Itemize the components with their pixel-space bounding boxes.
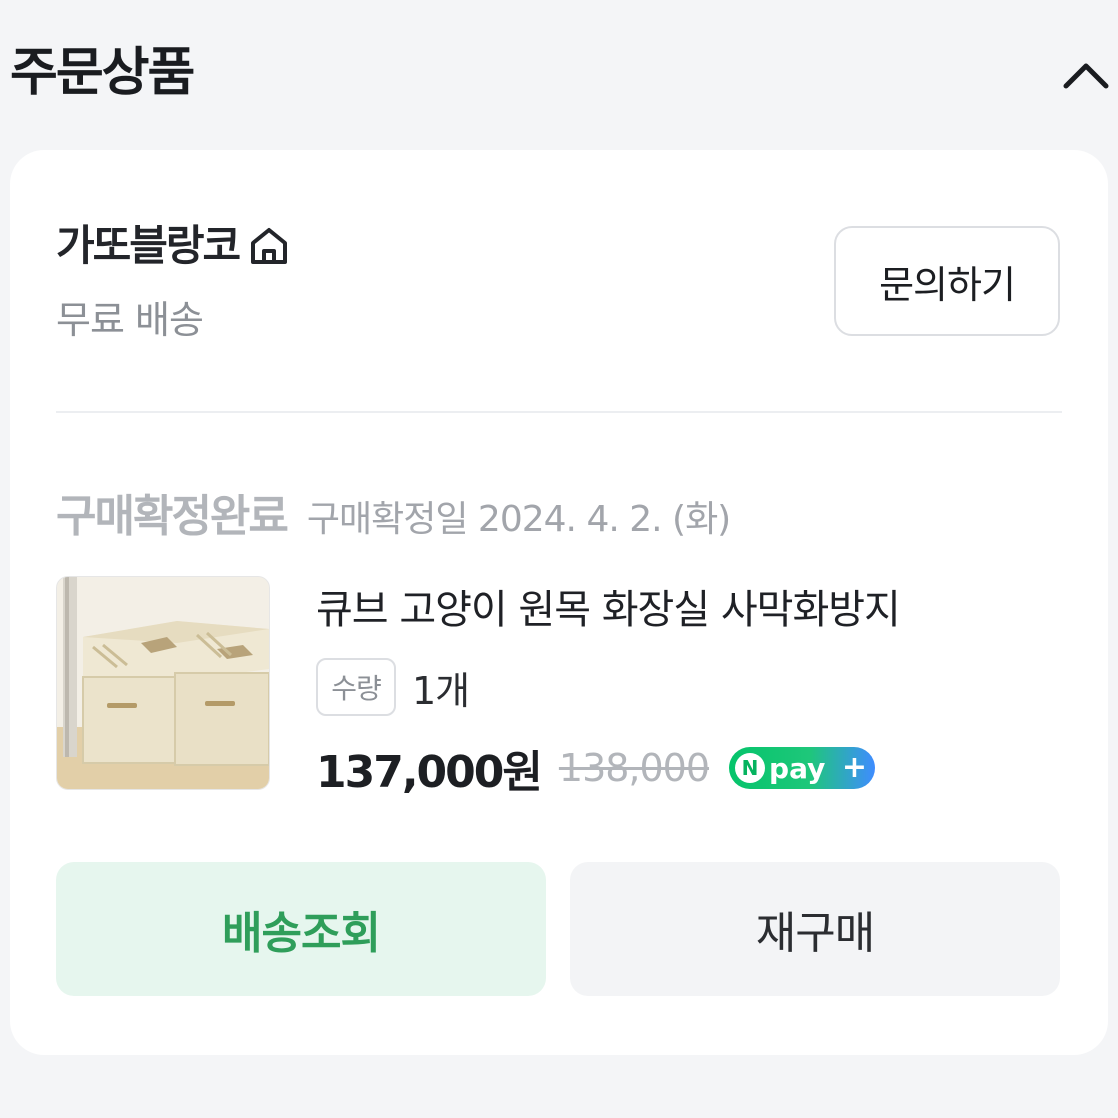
seller-name: 가또블랑코 <box>56 221 241 270</box>
sale-price: 137,000원 <box>316 747 543 798</box>
npay-logo-icon: N <box>735 753 766 783</box>
npay-text: pay <box>769 751 826 785</box>
section-title: 주문상품 <box>10 43 195 103</box>
seller-row: 가또블랑코 무료 배송 문의하기 <box>56 210 1062 360</box>
quantity-badge: 수량 <box>316 658 396 716</box>
confirm-date: 구매확정일 2024. 4. 2. (화) <box>306 499 731 540</box>
plus-icon: + <box>841 750 868 785</box>
shipping-info: 무료 배송 <box>56 298 204 342</box>
order-items-header: 주문상품 <box>0 0 1118 140</box>
rebuy-button[interactable]: 재구매 <box>570 862 1060 996</box>
product-image[interactable] <box>56 576 270 790</box>
seller-link[interactable]: 가또블랑코 <box>56 216 291 276</box>
order-status: 구매확정완료 <box>56 491 289 542</box>
order-status-row: 구매확정완료 구매확정일 2024. 4. 2. (화) <box>56 480 731 544</box>
quantity-row: 수량 1개 <box>316 658 470 716</box>
quantity-value: 1개 <box>412 668 470 713</box>
price-row: 137,000원 138,000 N pay + <box>316 738 876 798</box>
inquiry-button[interactable]: 문의하기 <box>834 226 1060 336</box>
original-price: 138,000 <box>558 746 710 790</box>
store-home-icon <box>247 224 291 268</box>
divider <box>56 411 1062 413</box>
track-delivery-button[interactable]: 배송조회 <box>56 862 546 996</box>
product-name[interactable]: 큐브 고양이 원목 화장실 사막화방지 <box>316 580 901 640</box>
npay-plus-badge: N pay + <box>729 747 876 789</box>
chevron-up-icon[interactable] <box>1058 48 1114 104</box>
order-card: 가또블랑코 무료 배송 문의하기 구매확정완료 구매확정일 2024. 4. 2… <box>10 150 1108 1055</box>
